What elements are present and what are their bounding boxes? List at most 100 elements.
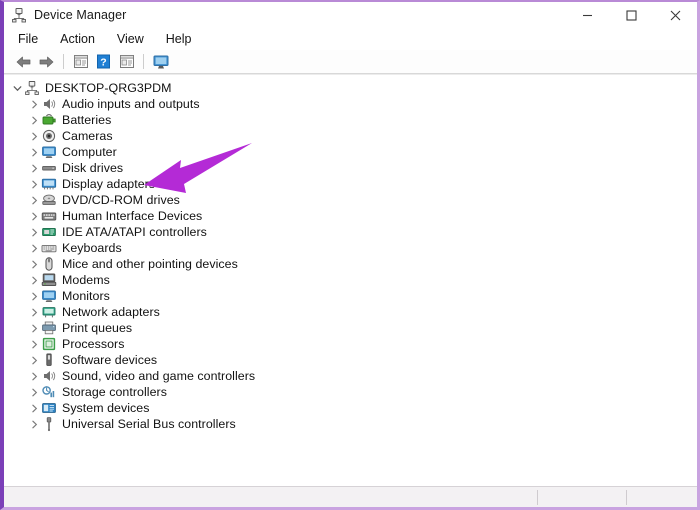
- tree-item-human-interface-devices[interactable]: Human Interface Devices: [4, 208, 697, 224]
- tree-item-label: Universal Serial Bus controllers: [62, 417, 236, 431]
- tree-item-software-devices[interactable]: Software devices: [4, 352, 697, 368]
- chevron-right-icon[interactable]: [28, 144, 41, 160]
- tree-item-dvd-cd-rom-drives[interactable]: DVD/CD-ROM drives: [4, 192, 697, 208]
- ide-controller-icon: [41, 224, 57, 240]
- tree-item-system-devices[interactable]: System devices: [4, 400, 697, 416]
- close-button[interactable]: [653, 2, 697, 28]
- tree-item-label: System devices: [62, 401, 150, 415]
- chevron-right-icon[interactable]: [28, 304, 41, 320]
- mouse-icon: [41, 256, 57, 272]
- computer-network-icon: [24, 80, 40, 96]
- tree-item-label: Audio inputs and outputs: [62, 97, 200, 111]
- system-device-icon: [41, 400, 57, 416]
- tree-item-label: Processors: [62, 337, 125, 351]
- tree-item-mice-and-other-pointing-devices[interactable]: Mice and other pointing devices: [4, 256, 697, 272]
- chevron-down-icon[interactable]: [11, 80, 24, 96]
- chevron-right-icon[interactable]: [28, 288, 41, 304]
- chevron-right-icon[interactable]: [28, 112, 41, 128]
- maximize-button[interactable]: [609, 2, 653, 28]
- device-manager-window: Device Manager File Action View Help ? D…: [0, 0, 700, 510]
- tree-root-node[interactable]: DESKTOP-QRG3PDM: [4, 80, 697, 96]
- menu-item-view[interactable]: View: [111, 30, 154, 48]
- toolbar: ?: [4, 50, 697, 74]
- chevron-right-icon[interactable]: [28, 368, 41, 384]
- chevron-right-icon[interactable]: [28, 416, 41, 432]
- tree-item-batteries[interactable]: Batteries: [4, 112, 697, 128]
- menu-item-help[interactable]: Help: [160, 30, 202, 48]
- update-driver-icon[interactable]: [115, 52, 138, 72]
- device-tree[interactable]: DESKTOP-QRG3PDM Audio inputs and outputs…: [4, 74, 697, 481]
- status-pane-2: [538, 487, 626, 508]
- tree-item-label: Batteries: [62, 113, 112, 127]
- back-arrow-icon[interactable]: [12, 52, 35, 72]
- tree-item-monitors[interactable]: Monitors: [4, 288, 697, 304]
- tree-item-storage-controllers[interactable]: Storage controllers: [4, 384, 697, 400]
- chevron-right-icon[interactable]: [28, 336, 41, 352]
- chevron-right-icon[interactable]: [28, 128, 41, 144]
- tree-item-label: Disk drives: [62, 161, 124, 175]
- tree-item-label: Monitors: [62, 289, 110, 303]
- tree-item-network-adapters[interactable]: Network adapters: [4, 304, 697, 320]
- printer-icon: [41, 320, 57, 336]
- modem-icon: [41, 272, 57, 288]
- help-question-icon[interactable]: ?: [92, 52, 115, 72]
- tree-item-keyboards[interactable]: Keyboards: [4, 240, 697, 256]
- window-title: Device Manager: [34, 8, 127, 22]
- chevron-right-icon[interactable]: [28, 96, 41, 112]
- tree-item-label: Modems: [62, 273, 110, 287]
- tree-item-label: Storage controllers: [62, 385, 167, 399]
- status-text: [4, 491, 10, 503]
- tree-item-modems[interactable]: Modems: [4, 272, 697, 288]
- usb-icon: [41, 416, 57, 432]
- storage-controller-icon: [41, 384, 57, 400]
- tree-item-computer[interactable]: Computer: [4, 144, 697, 160]
- properties-icon[interactable]: [69, 52, 92, 72]
- tree-item-universal-serial-bus-controllers[interactable]: Universal Serial Bus controllers: [4, 416, 697, 432]
- tree-item-label: Mice and other pointing devices: [62, 257, 238, 271]
- keyboard-icon: [41, 240, 57, 256]
- chevron-right-icon[interactable]: [28, 224, 41, 240]
- chevron-right-icon[interactable]: [28, 160, 41, 176]
- tree-item-ide-ata-atapi-controllers[interactable]: IDE ATA/ATAPI controllers: [4, 224, 697, 240]
- tree-root-label: DESKTOP-QRG3PDM: [45, 81, 172, 95]
- display-adapter-icon: [41, 176, 57, 192]
- tree-item-label: IDE ATA/ATAPI controllers: [62, 225, 207, 239]
- status-bar: [4, 486, 697, 507]
- processor-icon: [41, 336, 57, 352]
- tree-item-display-adapters[interactable]: Display adapters: [4, 176, 697, 192]
- battery-icon: [41, 112, 57, 128]
- chevron-right-icon[interactable]: [28, 320, 41, 336]
- chevron-right-icon[interactable]: [28, 192, 41, 208]
- chevron-right-icon[interactable]: [28, 256, 41, 272]
- window-controls: [565, 2, 697, 28]
- optical-drive-icon: [41, 192, 57, 208]
- sound-icon: [41, 368, 57, 384]
- tree-item-label: Network adapters: [62, 305, 160, 319]
- tree-item-audio-inputs-and-outputs[interactable]: Audio inputs and outputs: [4, 96, 697, 112]
- forward-arrow-icon[interactable]: [35, 52, 58, 72]
- tree-item-label: Keyboards: [62, 241, 122, 255]
- tree-item-disk-drives[interactable]: Disk drives: [4, 160, 697, 176]
- tree-item-processors[interactable]: Processors: [4, 336, 697, 352]
- chevron-right-icon[interactable]: [28, 400, 41, 416]
- menu-item-file[interactable]: File: [12, 30, 48, 48]
- device-manager-icon: [11, 7, 27, 23]
- camera-icon: [41, 128, 57, 144]
- tree-item-cameras[interactable]: Cameras: [4, 128, 697, 144]
- tree-item-print-queues[interactable]: Print queues: [4, 320, 697, 336]
- chevron-right-icon[interactable]: [28, 272, 41, 288]
- menu-item-action[interactable]: Action: [54, 30, 105, 48]
- chevron-right-icon[interactable]: [28, 384, 41, 400]
- chevron-right-icon[interactable]: [28, 176, 41, 192]
- toolbar-separator-2: [143, 54, 144, 69]
- tree-item-sound-video-and-game-controllers[interactable]: Sound, video and game controllers: [4, 368, 697, 384]
- scan-monitor-icon[interactable]: [149, 52, 172, 72]
- chevron-right-icon[interactable]: [28, 208, 41, 224]
- tree-item-label: Cameras: [62, 129, 113, 143]
- minimize-button[interactable]: [565, 2, 609, 28]
- status-pane-3: [627, 487, 697, 508]
- toolbar-separator: [63, 54, 64, 69]
- chevron-right-icon[interactable]: [28, 352, 41, 368]
- monitor-icon: [41, 288, 57, 304]
- chevron-right-icon[interactable]: [28, 240, 41, 256]
